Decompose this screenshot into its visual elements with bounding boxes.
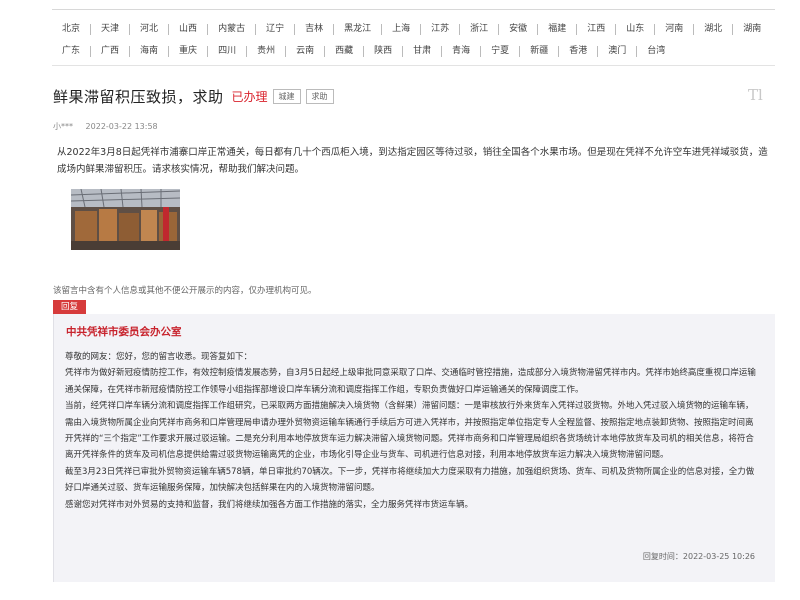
reply-paragraph: 当前，经凭祥口岸车辆分流和调度指挥工作组研究，已采取两方面措施解决入境货物（含鲜…	[65, 401, 754, 461]
tag-category[interactable]: 城建	[272, 89, 301, 104]
region-link[interactable]: 湖南	[732, 24, 771, 35]
reply-paragraph: 尊敬的网友：您好，您的留言收悉。现答复如下：	[65, 352, 253, 362]
region-link[interactable]: 台湾	[636, 46, 675, 57]
region-link[interactable]: 湖北	[693, 24, 732, 35]
reply-organization: 中共凭祥市委员会办公室	[66, 326, 182, 338]
reply-body: 尊敬的网友：您好，您的留言收悉。现答复如下： 凭祥市为做好新冠疫情防控工作，有效…	[65, 349, 760, 513]
message-time: 2022-03-22 13:58	[85, 122, 158, 131]
region-link[interactable]: 陕西	[363, 46, 402, 57]
region-row-1: 北京 天津 河北 山西 内蒙古 辽宁 吉林 黑龙江 上海 江苏 浙江 安徽 福建 江西 山东 河南 湖北 湖南	[52, 20, 775, 39]
region-link[interactable]: 新疆	[519, 46, 558, 57]
region-link[interactable]: 云南	[285, 46, 324, 57]
region-link[interactable]: 山西	[168, 24, 207, 35]
message-title: 鲜果滞留积压致损，求助	[53, 88, 224, 106]
region-nav: 北京 天津 河北 山西 内蒙古 辽宁 吉林 黑龙江 上海 江苏 浙江 安徽 福建 江西 山东 河南 湖北 湖南 广…	[52, 20, 775, 61]
region-link[interactable]: 宁夏	[480, 46, 519, 57]
region-link[interactable]: 浙江	[459, 24, 498, 35]
status-badge: 已办理	[231, 90, 268, 104]
region-link[interactable]: 海南	[129, 46, 168, 57]
region-link[interactable]: 四川	[207, 46, 246, 57]
region-link[interactable]: 香港	[558, 46, 597, 57]
region-link[interactable]: 上海	[381, 24, 420, 35]
region-link[interactable]: 河南	[654, 24, 693, 35]
region-link[interactable]: 天津	[90, 24, 129, 35]
message-meta: 小*** 2022-03-22 13:58	[53, 121, 158, 132]
message-header: 鲜果滞留积压致损，求助 已办理 城建 求助	[53, 86, 334, 107]
attachment-image[interactable]	[71, 189, 180, 250]
region-link[interactable]: 江西	[576, 24, 615, 35]
logo-icon: Tl	[748, 86, 763, 104]
region-link[interactable]: 江苏	[420, 24, 459, 35]
reply-panel: 中共凭祥市委员会办公室 尊敬的网友：您好，您的留言收悉。现答复如下： 凭祥市为做…	[53, 314, 775, 582]
region-link[interactable]: 北京	[52, 24, 90, 35]
region-link[interactable]: 吉林	[294, 24, 333, 35]
warehouse-photo-icon	[71, 189, 180, 250]
region-link[interactable]: 甘肃	[402, 46, 441, 57]
reply-paragraph: 凭祥市为做好新冠疫情防控工作，有效控制疫情发展态势，自3月5日起经上级审批同意采…	[65, 368, 756, 395]
section-divider	[52, 65, 775, 66]
message-content: 从2022年3月8日起凭祥市浦寨口岸正常通关，每日都有几十个西瓜柜入境，到达指定…	[57, 147, 768, 175]
region-link[interactable]: 黑龙江	[333, 24, 381, 35]
region-link[interactable]: 西藏	[324, 46, 363, 57]
top-divider	[52, 9, 775, 10]
region-link[interactable]: 安徽	[498, 24, 537, 35]
region-link[interactable]: 辽宁	[255, 24, 294, 35]
page: 北京 天津 河北 山西 内蒙古 辽宁 吉林 黑龙江 上海 江苏 浙江 安徽 福建 江西 山东 河南 湖北 湖南 广…	[0, 0, 800, 600]
tag-type[interactable]: 求助	[305, 89, 334, 104]
reply-label: 回复	[53, 300, 86, 314]
region-link[interactable]: 内蒙古	[207, 24, 255, 35]
privacy-notice: 该留言中含有个人信息或其他不便公开展示的内容，仅办理机构可见。	[53, 286, 317, 296]
region-link[interactable]: 重庆	[168, 46, 207, 57]
region-link[interactable]: 广东	[52, 46, 90, 57]
region-link[interactable]: 澳门	[597, 46, 636, 57]
region-link[interactable]: 青海	[441, 46, 480, 57]
region-link[interactable]: 广西	[90, 46, 129, 57]
region-link[interactable]: 福建	[537, 24, 576, 35]
author-name: 小***	[53, 122, 73, 131]
reply-paragraph: 感谢您对凭祥市对外贸易的支持和监督，我们将继续加强各方面工作措施的落实，全力服务…	[65, 499, 474, 510]
region-link[interactable]: 山东	[615, 24, 654, 35]
region-row-2: 广东 广西 海南 重庆 四川 贵州 云南 西藏 陕西 甘肃 青海 宁夏 新疆 香港 澳门 台湾	[52, 42, 775, 61]
reply-time: 回复时间：2022-03-25 10:26	[642, 552, 755, 561]
region-link[interactable]: 贵州	[246, 46, 285, 57]
reply-paragraph: 截至3月23日凭祥已审批外贸物资运输车辆578辆，单日审批约70辆次。下一步，凭…	[65, 466, 755, 494]
region-link[interactable]: 河北	[129, 24, 168, 35]
